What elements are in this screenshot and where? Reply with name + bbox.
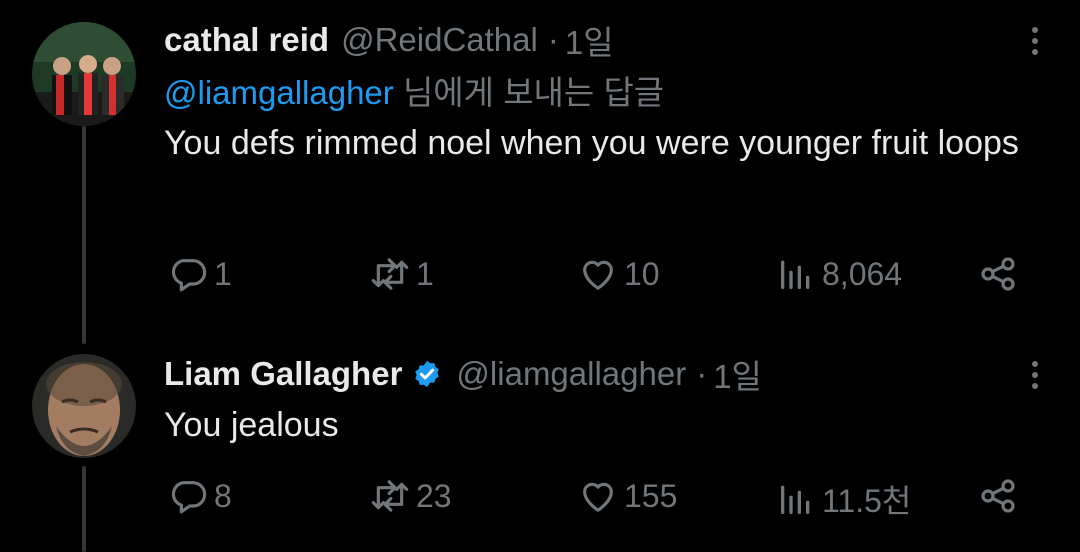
tweet-header: Liam Gallagher @liamgallagher · 1일 — [164, 352, 1040, 396]
reply-icon — [171, 481, 207, 514]
more-icon[interactable] — [1030, 358, 1040, 394]
user-handle[interactable]: @ReidCathal — [341, 21, 538, 59]
tweet-header: cathal reid @ReidCathal · 1일 — [164, 18, 1040, 62]
reply-icon — [171, 259, 207, 292]
separator: · — [547, 21, 559, 58]
tweet-text: You jealous — [164, 406, 339, 444]
reply-count: 1 — [214, 255, 232, 292]
views-button[interactable]: 8,064 — [776, 254, 902, 294]
display-name[interactable]: Liam Gallagher — [164, 355, 402, 393]
share-icon — [981, 257, 1015, 291]
share-button[interactable] — [978, 254, 1024, 294]
like-count: 155 — [624, 477, 678, 514]
avatar[interactable] — [32, 22, 136, 126]
share-button[interactable] — [978, 476, 1024, 516]
views-count: 8,064 — [822, 255, 903, 292]
retweet-count: 1 — [416, 255, 434, 292]
retweet-icon — [371, 480, 409, 512]
thread-line — [82, 126, 86, 344]
retweet-button[interactable]: 23 — [370, 476, 452, 516]
verified-badge-icon — [415, 360, 440, 388]
views-icon — [781, 485, 810, 514]
reply-button[interactable]: 1 — [168, 254, 232, 294]
views-button[interactable]: 11.5천 — [776, 476, 911, 522]
reply-button[interactable]: 8 — [168, 476, 232, 516]
display-name[interactable]: cathal reid — [164, 21, 329, 59]
more-icon[interactable] — [1030, 24, 1040, 60]
main-tweet[interactable]: Liam Gallagher @liamgallagher · 1일 You j… — [164, 352, 1040, 450]
timestamp[interactable]: 1일 — [565, 16, 614, 64]
mention-link[interactable]: @liamgallagher — [164, 74, 394, 111]
replying-to-label: 님에게 보내는 답글 — [393, 74, 665, 111]
like-count: 10 — [624, 255, 660, 292]
user-handle[interactable]: @liamgallagher — [456, 355, 686, 393]
avatar[interactable] — [32, 354, 136, 458]
views-icon — [781, 260, 810, 289]
retweet-button[interactable]: 1 — [370, 254, 434, 294]
like-button[interactable]: 155 — [578, 476, 677, 516]
like-icon — [583, 260, 613, 290]
like-icon — [583, 482, 613, 512]
share-icon — [981, 479, 1015, 513]
retweet-count: 23 — [416, 477, 452, 514]
action-bar: 8 23 155 11.5천 — [164, 476, 1024, 522]
timestamp[interactable]: 1일 — [713, 350, 762, 398]
thread-line — [82, 466, 86, 552]
action-bar: 1 1 10 8,064 — [164, 254, 1024, 300]
replying-to: @liamgallagher 님에게 보내는 답글 — [164, 66, 1040, 114]
retweet-icon — [371, 258, 409, 290]
separator: · — [696, 355, 708, 392]
views-count: 11.5천 — [822, 483, 912, 519]
tweet-text: You defs rimmed noel when you were young… — [164, 124, 1019, 162]
like-button[interactable]: 10 — [578, 254, 660, 294]
reply-count: 8 — [214, 477, 232, 514]
reply-tweet[interactable]: cathal reid @ReidCathal · 1일 @liamgallag… — [164, 18, 1040, 168]
